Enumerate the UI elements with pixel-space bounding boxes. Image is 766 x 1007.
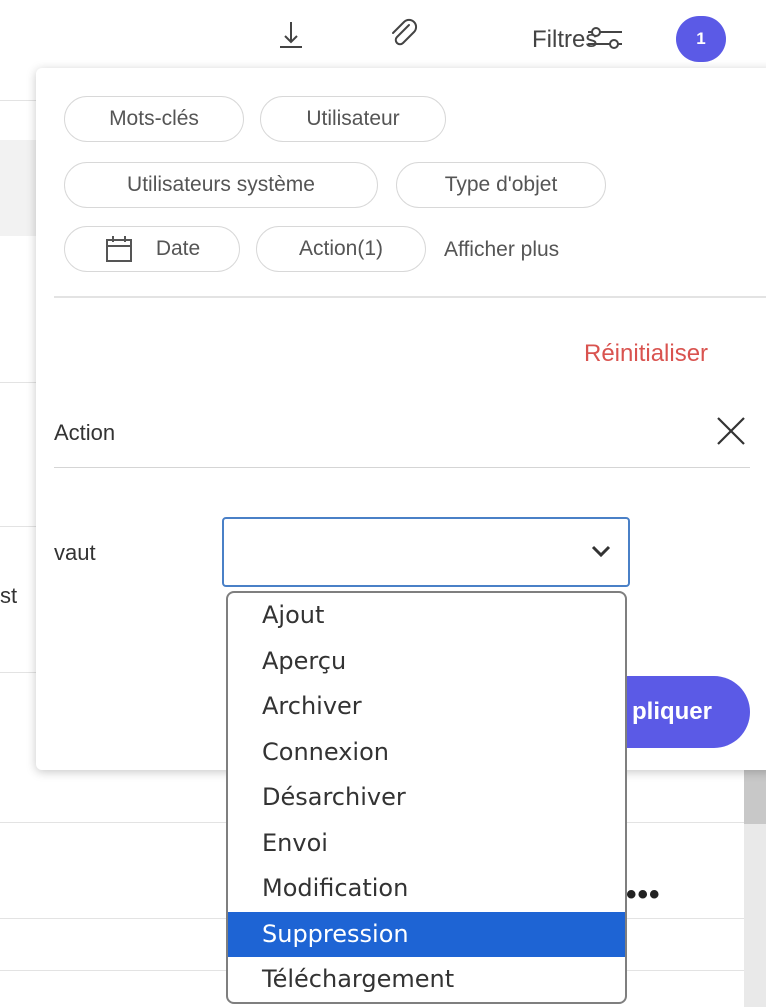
option-modification[interactable]: Modification	[228, 866, 625, 912]
calendar-icon	[104, 234, 134, 264]
row-more-menu[interactable]: •••	[626, 878, 661, 912]
background-row-divider	[0, 382, 36, 383]
background-row-divider	[0, 526, 36, 527]
background-row-divider	[0, 672, 36, 673]
option-apercu[interactable]: Aperçu	[228, 639, 625, 685]
chip-action[interactable]: Action(1)	[256, 226, 426, 272]
download-icon[interactable]	[274, 16, 310, 52]
action-section-title: Action	[54, 420, 116, 445]
chip-user[interactable]: Utilisateur	[260, 96, 446, 142]
close-icon[interactable]	[714, 414, 748, 453]
background-row-divider	[0, 100, 36, 101]
panel-divider	[54, 296, 766, 298]
section-divider	[54, 467, 750, 468]
filter-count-badge[interactable]: 1	[676, 16, 726, 62]
option-archiver[interactable]: Archiver	[228, 684, 625, 730]
option-desarchiver[interactable]: Désarchiver	[228, 775, 625, 821]
background-row-shade	[0, 140, 36, 236]
option-ajout[interactable]: Ajout	[228, 593, 625, 639]
chip-object-type[interactable]: Type d'objet	[396, 162, 606, 208]
option-suppression[interactable]: Suppression	[228, 911, 625, 957]
chip-date-label: Date	[155, 237, 201, 260]
background-scrollbar-thumb[interactable]	[744, 768, 766, 824]
sliders-icon[interactable]	[586, 24, 626, 57]
chip-system-users[interactable]: Utilisateurs système	[64, 162, 378, 208]
action-options-list[interactable]: Ajout Aperçu Archiver Connexion Désarchi…	[226, 591, 627, 1004]
reset-button[interactable]: Réinitialiser	[584, 340, 708, 368]
chip-date[interactable]: Date	[64, 226, 240, 272]
paperclip-icon[interactable]	[386, 16, 422, 52]
option-connexion[interactable]: Connexion	[228, 730, 625, 776]
option-telechargement[interactable]: Téléchargement	[228, 957, 625, 1002]
option-envoi[interactable]: Envoi	[228, 821, 625, 867]
chip-keywords[interactable]: Mots-clés	[64, 96, 244, 142]
background-partial-text: st	[0, 583, 18, 608]
action-value-select[interactable]	[222, 517, 630, 587]
operator-label: vaut	[54, 540, 96, 565]
chevron-down-icon	[590, 543, 612, 564]
show-more-link[interactable]: Afficher plus	[444, 238, 559, 262]
